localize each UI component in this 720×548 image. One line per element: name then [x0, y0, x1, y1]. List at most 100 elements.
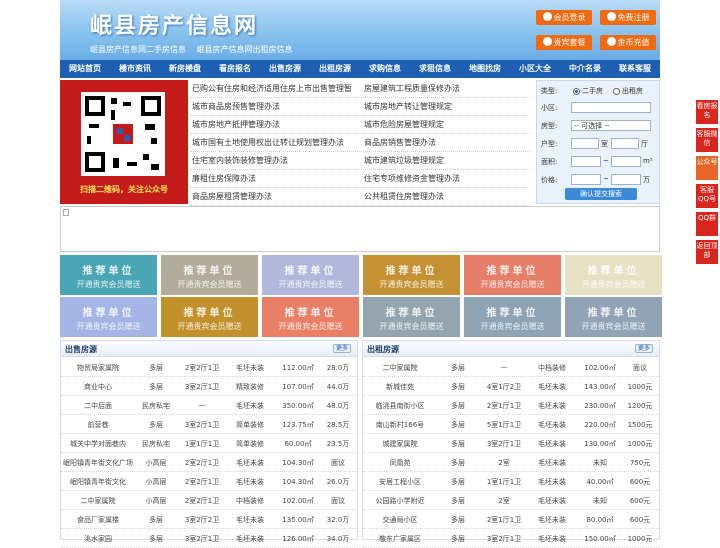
table-cell[interactable]: 食品厂家属楼	[63, 515, 133, 525]
room-select[interactable]	[571, 138, 599, 149]
recommended-unit-tile[interactable]: 推荐单位 开通贵宾会员赠送	[363, 297, 460, 337]
recommended-unit-tile[interactable]: 推荐单位 开通贵宾会员赠送	[60, 255, 157, 295]
coin-recharge-button[interactable]: 金币充值	[600, 35, 656, 50]
table-row[interactable]: 交通局小区 多层 2室1厅1卫 毛坯未装 80.00㎡ 600元	[363, 510, 659, 529]
side-qq-service[interactable]: 客服QQ号	[696, 184, 718, 208]
table-row[interactable]: 前营巷 多层 3室2厅1卫 简单装修 123.75㎡ 28.5万	[61, 415, 357, 434]
table-row[interactable]: 公园路小学附近 多层 2室 毛坯未装 未知 600元	[363, 491, 659, 510]
table-row[interactable]: 安居工程小区 多层 1室1厅1卫 毛坯未装 40.00㎡ 600元	[363, 472, 659, 491]
table-row[interactable]: 商业中心 多层 3室2厅1卫 精致装修 107.00㎡ 44.0万	[61, 377, 357, 396]
table-cell[interactable]: 洮水家园	[63, 534, 133, 544]
table-cell[interactable]: 公园路小学附近	[365, 496, 435, 506]
nav-viewing-signup[interactable]: 看房报名	[210, 60, 260, 78]
table-cell[interactable]: 二中家属院	[365, 363, 435, 373]
table-row[interactable]: 二中家属院 小高层 2室2厅1卫 中档装修 102.00㎡ 面议	[61, 491, 357, 510]
table-cell[interactable]: 交通局小区	[365, 515, 435, 525]
table-cell[interactable]: 前营巷	[63, 420, 133, 430]
secondhand-radio[interactable]	[573, 88, 580, 95]
nav-news[interactable]: 楼市资讯	[110, 60, 160, 78]
table-cell[interactable]: 城建家属院	[365, 439, 435, 449]
recommended-unit-tile[interactable]: 推荐单位 开通贵宾会员赠送	[262, 255, 359, 295]
table-row[interactable]: 敬东广家属区 多层 3室2厅1卫 毛坯未装 150.00㎡ 1000元	[363, 529, 659, 548]
recommended-unit-tile[interactable]: 推荐单位 开通贵宾会员赠送	[161, 255, 258, 295]
register-button[interactable]: 免费注册	[600, 10, 656, 25]
policy-link[interactable]: 商品房屋租赁管理办法	[192, 191, 272, 202]
table-cell[interactable]: 岷阳镇青年街文化	[63, 477, 133, 487]
table-cell[interactable]: 安居工程小区	[365, 477, 435, 487]
nav-want-buy[interactable]: 求购信息	[360, 60, 410, 78]
policy-link[interactable]: 住宅室内装饰装修管理办法	[192, 155, 288, 166]
table-cell[interactable]: 凤凰苑	[365, 458, 435, 468]
nav-home[interactable]: 网站首页	[60, 60, 110, 78]
hall-select[interactable]	[611, 138, 639, 149]
ad-banner[interactable]	[60, 206, 660, 252]
table-cell[interactable]: 岷阳镇青年街文化广场	[63, 458, 133, 468]
sale-more-button[interactable]: 更多	[333, 344, 351, 353]
recommended-unit-tile[interactable]: 推荐单位 开通贵宾会员赠送	[60, 297, 157, 337]
rent-more-button[interactable]: 更多	[635, 344, 653, 353]
table-row[interactable]: 凤凰苑 多层 2室 毛坯未装 未知 750元	[363, 453, 659, 472]
community-input[interactable]	[571, 102, 651, 113]
table-cell[interactable]: 商业中心	[63, 382, 133, 392]
nav-agencies[interactable]: 中介名录	[560, 60, 610, 78]
size-max-input[interactable]	[611, 156, 641, 167]
subtitle-secondhand-link[interactable]: 岷县房产信息网二手房信息	[90, 45, 186, 54]
policy-link[interactable]: 廉租住房保障办法	[192, 173, 256, 184]
policy-link[interactable]: 商品房销售管理办法	[364, 137, 436, 148]
side-wechat-service[interactable]: 客服微信	[696, 128, 718, 152]
table-cell[interactable]: 敬东广家属区	[365, 534, 435, 544]
nav-for-sale[interactable]: 出售房源	[260, 60, 310, 78]
table-row[interactable]: 城建家属院 多层 3室2厅1卫 毛坯未装 130.00㎡ 1000元	[363, 434, 659, 453]
recommended-unit-tile[interactable]: 推荐单位 开通贵宾会员赠送	[161, 297, 258, 337]
policy-link[interactable]: 城市房地产转让管理规定	[364, 101, 452, 112]
nav-map[interactable]: 地图找房	[460, 60, 510, 78]
table-row[interactable]: 岷阳镇青年街文化 小高层 2室2厅1卫 毛坯未装 104.30㎡ 26.0万	[61, 472, 357, 491]
table-row[interactable]: 食品厂家属楼 多层 3室2厅2卫 毛坯未装 135.00㎡ 32.0万	[61, 510, 357, 529]
nav-new-homes[interactable]: 新房楼盘	[160, 60, 210, 78]
recommended-unit-tile[interactable]: 推荐单位 开通贵宾会员赠送	[262, 297, 359, 337]
table-row[interactable]: 二中家属院 多层 — 中档装修 102.00㎡ 面议	[363, 358, 659, 377]
subtitle-rent-link[interactable]: 岷县房产信息网出租房信息	[197, 45, 293, 54]
table-row[interactable]: 新城佳苑 多层 4室1厅2卫 毛坯未装 143.00㎡ 1000元	[363, 377, 659, 396]
policy-link[interactable]: 城市国有土地使用权出让转让规划管理办法	[192, 137, 344, 148]
policy-link[interactable]: 城市建筑垃圾管理规定	[364, 155, 444, 166]
price-max-input[interactable]	[611, 174, 641, 185]
table-row[interactable]: 洮水家园 多层 3室2厅1卫 毛坯未装 126.00㎡ 34.0万	[61, 529, 357, 548]
side-qq-group[interactable]: QQ群	[696, 212, 718, 236]
vip-package-button[interactable]: 贵宾套餐	[536, 35, 592, 50]
rent-radio[interactable]	[613, 88, 620, 95]
house-type-select[interactable]: -- 可选择 --	[571, 120, 651, 131]
policy-link[interactable]: 城市商品房预售管理办法	[192, 101, 280, 112]
table-cell[interactable]: 物贸局家属院	[63, 363, 133, 373]
nav-communities[interactable]: 小区大全	[510, 60, 560, 78]
table-row[interactable]: 岷阳镇青年街文化广场 小高层 2室2厅1卫 毛坯未装 104.30㎡ 面议	[61, 453, 357, 472]
recommended-unit-tile[interactable]: 推荐单位 开通贵宾会员赠送	[464, 297, 561, 337]
table-row[interactable]: 临洮县南街小区 多层 2室1厅1卫 毛坯未装 230.00㎡ 1200元	[363, 396, 659, 415]
table-cell[interactable]: 临洮县南街小区	[365, 401, 435, 411]
side-viewing-signup[interactable]: 看房报名	[696, 100, 718, 124]
table-row[interactable]: 物贸局家属院 多层 2室2厅1卫 毛坯未装 112.00㎡ 28.0万	[61, 358, 357, 377]
nav-want-rent[interactable]: 求租信息	[410, 60, 460, 78]
price-min-input[interactable]	[571, 174, 601, 185]
table-cell[interactable]: 新城佳苑	[365, 382, 435, 392]
table-cell[interactable]: 二中家属院	[63, 496, 133, 506]
policy-link[interactable]: 已购公有住房和经济适用住房上市出售管理暂	[192, 83, 352, 94]
table-cell[interactable]: 二中后面	[63, 401, 133, 411]
table-cell[interactable]: 城关中学对面巷内	[63, 439, 133, 449]
table-row[interactable]: 城关中学对面巷内 民房私宅 1室1厅1卫 简单装修 60.00㎡ 23.5万	[61, 434, 357, 453]
policy-link[interactable]: 住宅专项维修资金管理办法	[364, 173, 460, 184]
policy-link[interactable]: 城市危险房屋管理规定	[364, 119, 444, 130]
nav-for-rent[interactable]: 出租房源	[310, 60, 360, 78]
side-back-to-top[interactable]: 返回顶部	[696, 240, 718, 264]
policy-link[interactable]: 房屋建筑工程质量保修办法	[364, 83, 460, 94]
recommended-unit-tile[interactable]: 推荐单位 开通贵宾会员赠送	[464, 255, 561, 295]
search-submit-button[interactable]: 确认提交搜索	[565, 188, 637, 200]
policy-link[interactable]: 城市房地产抵押管理办法	[192, 119, 280, 130]
recommended-unit-tile[interactable]: 推荐单位 开通贵宾会员赠送	[565, 255, 662, 295]
recommended-unit-tile[interactable]: 推荐单位 开通贵宾会员赠送	[363, 255, 460, 295]
size-min-input[interactable]	[571, 156, 601, 167]
policy-link[interactable]: 公共租赁住房管理办法	[364, 191, 444, 202]
table-row[interactable]: 二中后面 民房私宅 — 毛坯未装 350.00㎡ 48.0万	[61, 396, 357, 415]
nav-contact[interactable]: 联系客服	[610, 60, 660, 78]
recommended-unit-tile[interactable]: 推荐单位 开通贵宾会员赠送	[565, 297, 662, 337]
